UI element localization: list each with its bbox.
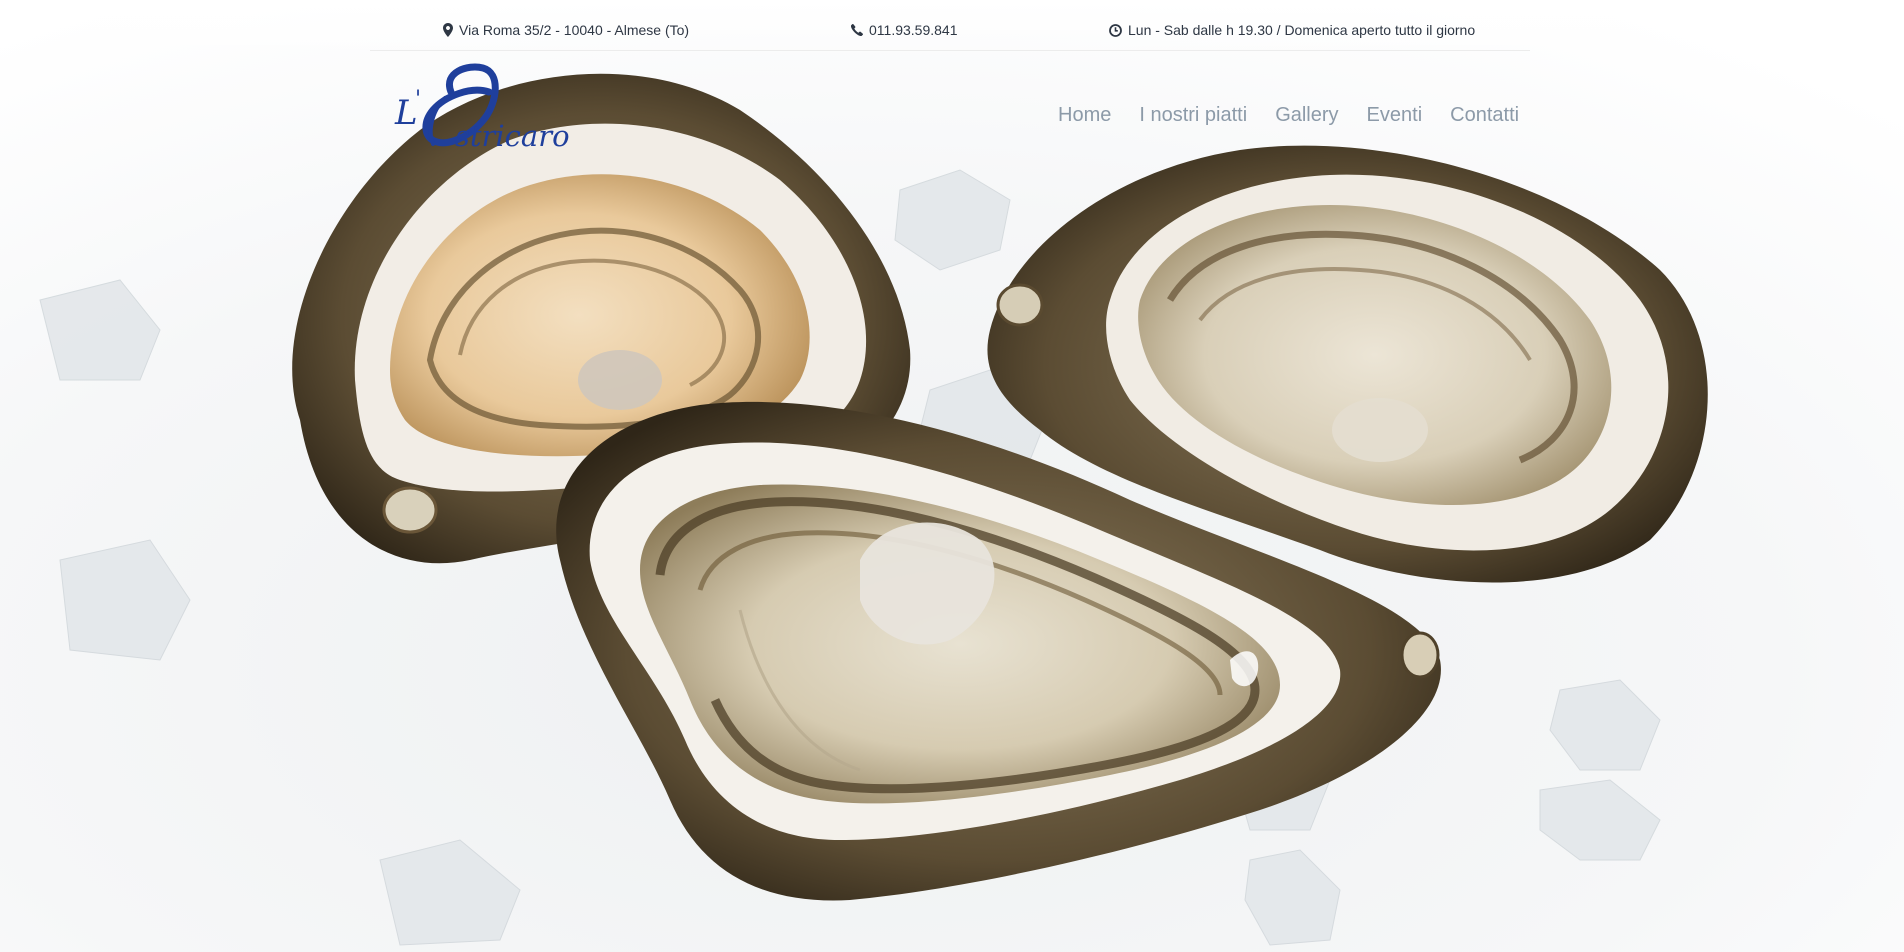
nav-item-i-nostri-piatti[interactable]: I nostri piatti	[1139, 104, 1247, 127]
hero-image	[0, 0, 1904, 952]
map-marker-icon	[443, 23, 453, 37]
top-info-bar: Via Roma 35/2 - 10040 - Almese (To) 011.…	[0, 18, 1904, 46]
clock-icon	[1109, 23, 1122, 37]
site-logo[interactable]: L ' stricaro	[393, 62, 583, 162]
nav-item-home[interactable]: Home	[1058, 104, 1111, 127]
nav-item-gallery[interactable]: Gallery	[1275, 104, 1338, 127]
page: Via Roma 35/2 - 10040 - Almese (To) 011.…	[0, 0, 1904, 952]
phone-icon	[851, 24, 863, 36]
nav-item-eventi[interactable]: Eventi	[1367, 104, 1423, 127]
phone-text[interactable]: 011.93.59.841	[869, 22, 958, 38]
phone-info[interactable]: 011.93.59.841	[851, 22, 958, 38]
svg-text:stricaro: stricaro	[455, 119, 570, 153]
header-divider	[370, 50, 1530, 51]
svg-text:': '	[415, 87, 421, 112]
main-navigation: Home I nostri piatti Gallery Eventi Cont…	[1058, 104, 1519, 127]
opening-hours-text: Lun - Sab dalle h 19.30 / Domenica apert…	[1128, 22, 1476, 38]
address-text: Via Roma 35/2 - 10040 - Almese (To)	[459, 22, 690, 38]
address-info: Via Roma 35/2 - 10040 - Almese (To)	[443, 22, 689, 38]
nav-item-contatti[interactable]: Contatti	[1450, 104, 1519, 127]
opening-hours-info: Lun - Sab dalle h 19.30 / Domenica apert…	[1109, 22, 1475, 38]
